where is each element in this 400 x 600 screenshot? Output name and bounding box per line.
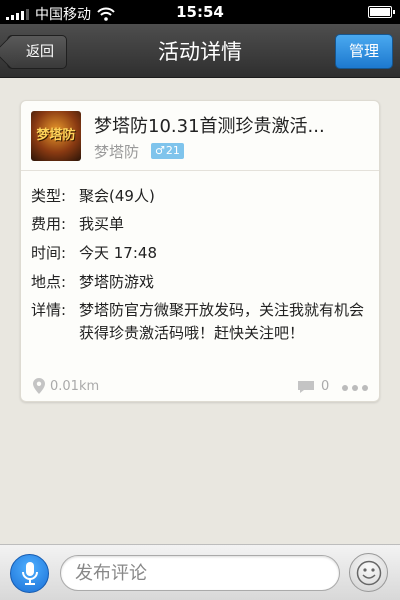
back-button-label: 返回 — [26, 44, 54, 60]
male-icon: ♂ — [155, 144, 165, 157]
info-row-place: 地点: 梦塔防游戏 — [31, 271, 154, 292]
emoji-button[interactable] — [349, 553, 388, 592]
detail-text: 梦塔防官方微聚开放发码，关注我就有机会获得珍贵激活码哦！赶快关注吧！ — [79, 301, 365, 342]
smiley-icon — [356, 560, 382, 586]
battery-icon — [368, 6, 395, 18]
comment-input[interactable] — [60, 555, 340, 591]
detail-label: 详情: — [31, 301, 67, 319]
avatar[interactable]: 梦塔防 — [31, 111, 81, 161]
info-row-time: 时间: 今天 17:48 — [31, 242, 157, 263]
more-icon[interactable] — [342, 385, 368, 391]
comment-bar — [0, 544, 400, 600]
age-label: 21 — [165, 144, 180, 157]
info-row-cost: 费用: 我买单 — [31, 213, 124, 234]
time-value: 今天 17:48 — [79, 244, 157, 262]
comment-icon[interactable] — [297, 380, 315, 394]
microphone-icon — [22, 562, 38, 585]
nav-bar: 返回 活动详情 管理 — [0, 24, 400, 78]
organizer-name[interactable]: 梦塔防 — [94, 141, 139, 162]
gender-age-badge: ♂21 — [151, 143, 184, 159]
distance-label: 0.01km — [50, 379, 100, 394]
type-value: 聚会(49人) — [79, 187, 155, 205]
card-footer: 0.01km 0 — [21, 373, 379, 401]
type-label: 类型: — [31, 187, 67, 205]
info-row-type: 类型: 聚会(49人) — [31, 185, 155, 206]
voice-input-button[interactable] — [10, 554, 49, 593]
event-card: 梦塔防 梦塔防10.31首测珍贵激活... 梦塔防 ♂21 类型: 聚会(49人)… — [20, 100, 380, 402]
cost-label: 费用: — [31, 215, 67, 233]
status-time: 15:54 — [176, 3, 224, 21]
place-label: 地点: — [31, 273, 67, 291]
location-pin-icon — [33, 378, 45, 394]
event-title: 梦塔防10.31首测珍贵激活... — [94, 116, 325, 137]
cost-value: 我买单 — [79, 215, 125, 233]
event-header[interactable]: 梦塔防 梦塔防10.31首测珍贵激活... 梦塔防 ♂21 — [21, 101, 379, 171]
place-value: 梦塔防游戏 — [79, 273, 155, 291]
status-bar: 中国移动 15:54 — [0, 0, 400, 24]
time-label: 时间: — [31, 244, 67, 262]
comment-count: 0 — [321, 379, 330, 394]
manage-button[interactable]: 管理 — [335, 34, 393, 69]
